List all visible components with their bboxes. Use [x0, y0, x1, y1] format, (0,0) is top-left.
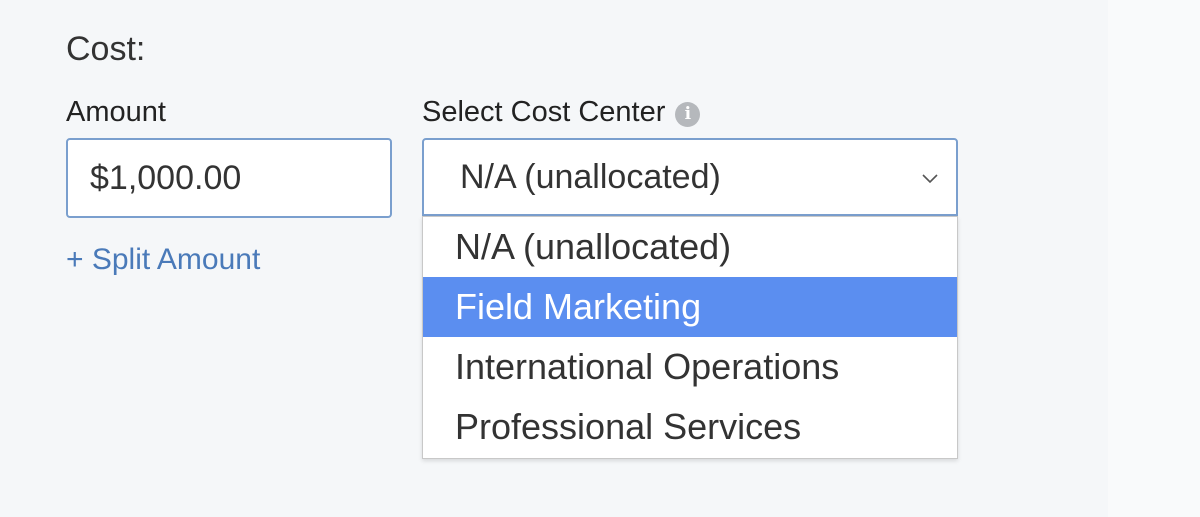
dropdown-option-international-operations[interactable]: International Operations	[423, 337, 957, 397]
dropdown-option-professional-services[interactable]: Professional Services	[423, 397, 957, 457]
right-panel-edge	[1108, 0, 1200, 517]
dropdown-option-na-unallocated[interactable]: N/A (unallocated)	[423, 217, 957, 277]
amount-label: Amount	[66, 96, 166, 128]
chevron-down-icon	[922, 174, 938, 184]
section-title: Cost:	[66, 30, 146, 68]
cost-center-selected-value: N/A (unallocated)	[460, 158, 721, 196]
amount-input[interactable]: $1,000.00	[66, 138, 392, 218]
split-amount-link[interactable]: + Split Amount	[66, 243, 260, 277]
cost-center-label-group: Select Cost Center i	[422, 96, 701, 129]
info-icon[interactable]: i	[675, 101, 701, 127]
dropdown-option-field-marketing[interactable]: Field Marketing	[423, 277, 957, 337]
cost-center-select[interactable]: N/A (unallocated)	[422, 138, 958, 216]
cost-center-dropdown: N/A (unallocated) Field Marketing Intern…	[422, 216, 958, 459]
cost-center-label: Select Cost Center	[422, 96, 666, 128]
